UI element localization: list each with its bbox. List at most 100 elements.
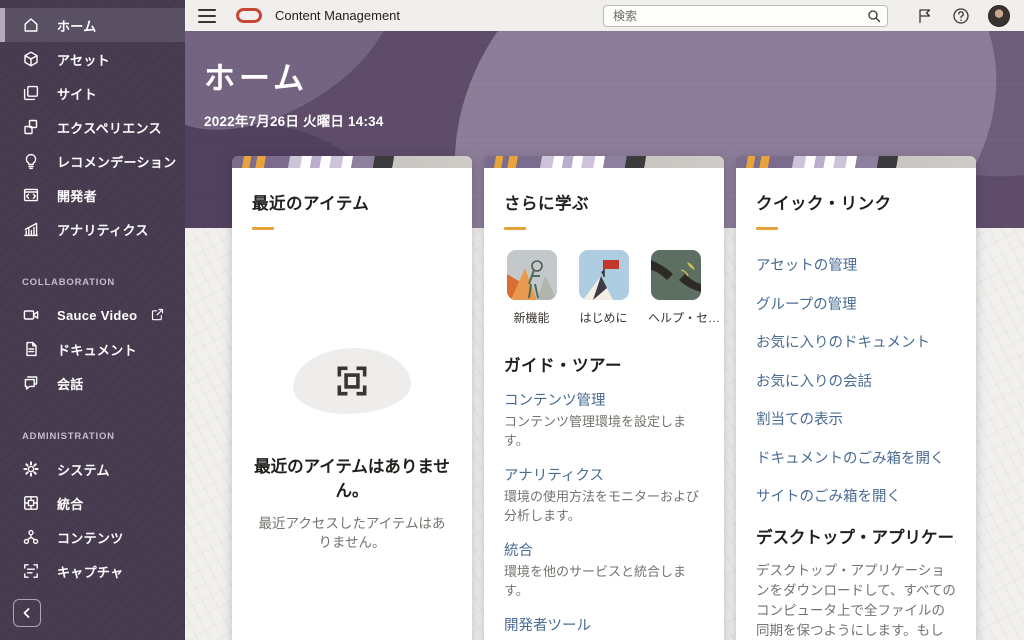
tour-item: 統合 環境を他のサービスと統合します。	[504, 541, 704, 601]
sidebar-item-assets[interactable]: アセット	[0, 42, 185, 76]
sidebar-item-label: システム	[57, 462, 110, 478]
sidebar-item-sauce-video[interactable]: Sauce Video	[0, 298, 185, 332]
sidebar-item-content[interactable]: コンテンツ	[0, 520, 185, 554]
getting-started-thumbnail	[578, 250, 629, 300]
sidebar-item-documents[interactable]: ドキュメント	[0, 332, 185, 366]
sidebar-item-label: Sauce Video	[57, 307, 138, 323]
external-link-icon	[150, 307, 165, 327]
page-date: 2022年7月26日 火曜日 14:34	[204, 114, 384, 129]
sidebar-item-integration[interactable]: 統合	[0, 486, 185, 520]
sidebar-item-label: ドキュメント	[57, 342, 137, 358]
thumbnail-label: はじめに	[579, 311, 628, 325]
card-banner-stripe	[736, 156, 976, 168]
sidebar-item-label: アナリティクス	[57, 222, 149, 238]
oracle-content-management-app: ホーム アセット サイト エクスペリエンス レコメンデーション 開発者 アナリテ…	[0, 0, 1024, 640]
accent-underline	[504, 227, 526, 230]
sidebar-item-analytics[interactable]: アナリティクス	[0, 212, 185, 246]
quick-link-view-assignments[interactable]: 割当ての表示	[756, 408, 956, 429]
tour-description: コンテンツ管理環境を設定します。	[504, 414, 687, 449]
sidebar-item-label: キャプチャ	[57, 564, 124, 580]
quick-link-sites-trash[interactable]: サイトのごみ箱を開く	[756, 485, 956, 506]
sidebar-item-sites[interactable]: サイト	[0, 76, 185, 110]
accent-underline	[252, 227, 274, 230]
empty-state-description: 最近アクセスしたアイテムはありません。	[258, 515, 446, 551]
tour-link-content-management[interactable]: コンテンツ管理	[504, 393, 606, 409]
thumbnail-label: ヘルプ・セ…	[648, 311, 721, 325]
document-icon	[22, 340, 40, 358]
thumbnail-label: 新機能	[513, 311, 550, 325]
recent-items-empty-state: 最近のアイテムはありません。 最近アクセスしたアイテムはありません。	[252, 348, 452, 553]
search-icon[interactable]	[867, 9, 881, 28]
main-content: ホーム 2022年7月26日 火曜日 14:34 最近のアイテム 最近のアイテム…	[185, 31, 1024, 640]
sidebar-item-label: 統合	[57, 496, 84, 512]
sidebar-item-label: 会話	[57, 376, 84, 392]
thumbnail-help-center[interactable]: ヘルプ・セ…	[648, 250, 721, 326]
home-icon	[22, 16, 40, 34]
tour-item: アナリティクス 環境の使用方法をモニターおよび分析します。	[504, 466, 704, 526]
page-title: ホーム	[204, 61, 309, 97]
sidebar-item-system[interactable]: システム	[0, 452, 185, 486]
sidebar-item-experiences[interactable]: エクスペリエンス	[0, 110, 185, 144]
quick-link-manage-groups[interactable]: グループの管理	[756, 293, 956, 314]
integration-icon	[22, 494, 40, 512]
quick-links-title: クイック・リンク	[756, 195, 892, 213]
user-avatar[interactable]	[988, 4, 1010, 27]
lightbulb-icon	[22, 152, 40, 170]
sidebar-item-home[interactable]: ホーム	[0, 8, 185, 42]
analytics-chart-icon	[22, 220, 40, 238]
help-center-thumbnail	[651, 250, 701, 300]
sidebar-item-capture[interactable]: キャプチャ	[0, 554, 185, 588]
sidebar-item-label: 開発者	[57, 188, 97, 204]
announcements-flag-icon[interactable]	[916, 7, 934, 25]
sidebar: ホーム アセット サイト エクスペリエンス レコメンデーション 開発者 アナリテ…	[0, 0, 185, 640]
content-nodes-icon	[22, 528, 40, 546]
developer-code-icon	[22, 186, 40, 204]
learn-more-title: さらに学ぶ	[504, 195, 589, 213]
quick-link-manage-assets[interactable]: アセットの管理	[756, 254, 956, 275]
card-banner-stripe	[232, 156, 472, 168]
accent-underline	[756, 227, 778, 230]
sidebar-item-conversations[interactable]: 会話	[0, 366, 185, 400]
tour-link-analytics[interactable]: アナリティクス	[504, 468, 604, 484]
capture-frame-icon	[22, 562, 40, 580]
sidebar-collapse-button[interactable]	[13, 599, 41, 627]
conversation-icon	[22, 374, 40, 392]
sidebar-item-recommendations[interactable]: レコメンデーション	[0, 144, 185, 178]
gear-icon	[22, 460, 40, 478]
empty-state-title: 最近のアイテムはありません。	[254, 458, 450, 500]
quick-link-favorite-documents[interactable]: お気に入りのドキュメント	[756, 331, 956, 352]
video-camera-icon	[22, 306, 40, 324]
learn-more-card: さらに学ぶ 新機能 はじめに ヘルプ・セ… ガイド・ツアー コンテンツ管理 コン…	[484, 156, 724, 640]
top-bar: Content Management	[185, 0, 1024, 31]
desktop-app-title: デスクトップ・アプリケー…	[756, 528, 956, 547]
asset-cube-icon	[22, 50, 40, 68]
sidebar-item-label: ホーム	[57, 18, 97, 34]
sidebar-section-administration: ADMINISTRATION	[22, 430, 115, 442]
sidebar-item-label: エクスペリエンス	[57, 120, 162, 136]
experience-blocks-icon	[22, 118, 40, 136]
hamburger-menu-icon[interactable]	[198, 8, 216, 23]
tour-item: コンテンツ管理 コンテンツ管理環境を設定します。	[504, 391, 704, 451]
tour-link-developer-tools[interactable]: 開発者ツール	[504, 618, 591, 634]
search-input[interactable]	[603, 4, 888, 27]
desktop-app-description: デスクトップ・アプリケーションをダウンロードして、すべてのコンピュータ上で全ファ…	[756, 562, 956, 639]
sites-icon	[22, 84, 40, 102]
quick-link-documents-trash[interactable]: ドキュメントのごみ箱を開く	[756, 447, 956, 468]
guided-tours-title: ガイド・ツアー	[504, 357, 623, 375]
recent-items-title: 最近のアイテム	[252, 195, 370, 213]
new-features-thumbnail	[506, 250, 557, 300]
quick-links-card: クイック・リンク アセットの管理 グループの管理 お気に入りのドキュメント お気…	[736, 156, 976, 640]
help-icon[interactable]	[952, 7, 970, 25]
quick-link-favorite-conversations[interactable]: お気に入りの会話	[756, 370, 956, 391]
tour-item: 開発者ツール カスタマ・エクスペリエンスを向上させます。	[504, 616, 704, 640]
tour-link-integration[interactable]: 統合	[504, 543, 533, 559]
sidebar-item-label: サイト	[57, 86, 97, 102]
thumbnail-new-features[interactable]: 新機能	[504, 250, 559, 326]
thumbnail-getting-started[interactable]: はじめに	[576, 250, 631, 326]
oracle-logo	[236, 8, 262, 23]
sidebar-item-developers[interactable]: 開発者	[0, 178, 185, 212]
recent-items-card: 最近のアイテム 最近のアイテムはありません。 最近アクセスしたアイテムはありませ…	[232, 156, 472, 640]
capture-frame-icon	[337, 366, 367, 396]
app-title: Content Management	[275, 8, 401, 23]
empty-state-blob	[293, 348, 411, 414]
